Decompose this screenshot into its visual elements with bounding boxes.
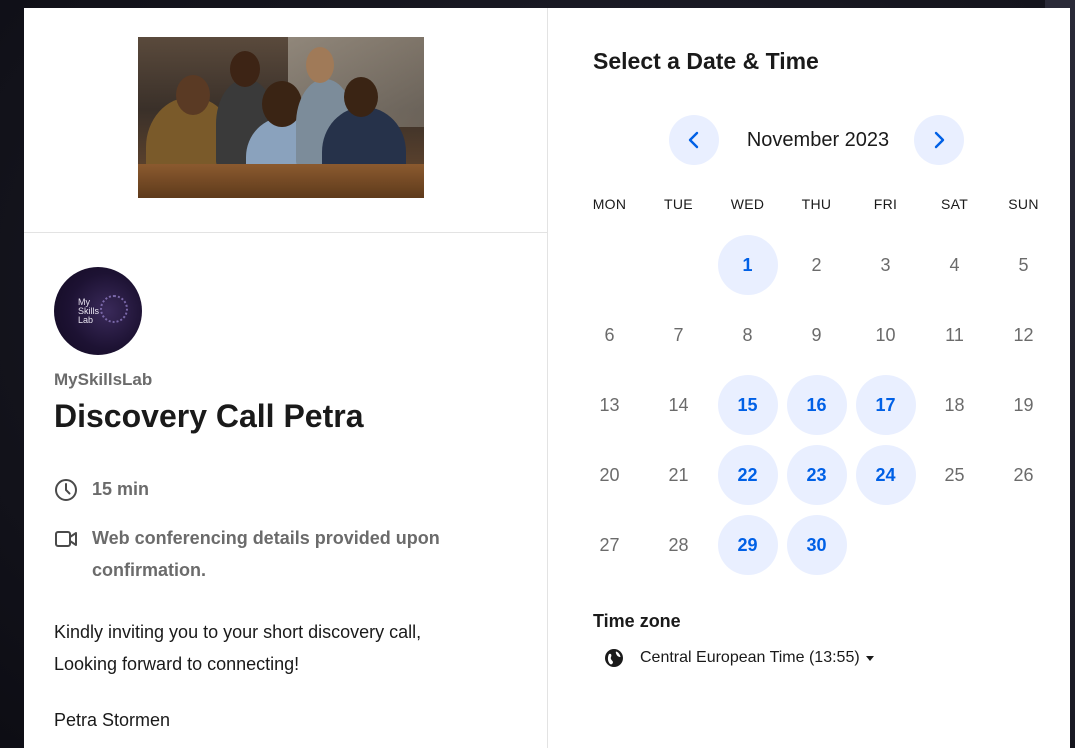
- calendar-day-5: 5: [1018, 254, 1029, 275]
- hero-section: [24, 8, 547, 233]
- photo-head: [306, 47, 334, 83]
- calendar-day-11: 11: [945, 324, 964, 345]
- video-camera-icon: [55, 531, 77, 547]
- calendar-day-17[interactable]: 17: [855, 375, 916, 435]
- event-title: Discovery Call Petra: [54, 398, 364, 434]
- next-month-button[interactable]: [914, 115, 964, 165]
- calendar-day-27: 27: [599, 534, 620, 555]
- calendar-day-10: 10: [875, 324, 896, 345]
- calendar-day-26: 26: [1013, 464, 1034, 485]
- event-details-panel: My Skills Lab MySkillsLab Discovery Call…: [24, 8, 548, 748]
- photo-table: [138, 164, 424, 198]
- calendar-day-16[interactable]: 16: [786, 375, 847, 435]
- org-logo: My Skills Lab: [54, 267, 142, 355]
- calendar-day-23[interactable]: 23: [786, 445, 847, 505]
- calendar-day-20: 20: [599, 464, 620, 485]
- calendar-day-14: 14: [668, 394, 689, 415]
- calendar-day-4: 4: [949, 254, 960, 275]
- photo-head: [344, 77, 378, 117]
- timezone-label: Time zone: [593, 611, 681, 631]
- team-photo: [138, 37, 424, 198]
- calendar-day-24[interactable]: 24: [855, 445, 916, 505]
- event-signer: Petra Stormen: [54, 710, 171, 730]
- weekday-thu: THU: [801, 196, 832, 212]
- calendar-day-18: 18: [944, 394, 965, 415]
- org-logo-mark: [100, 295, 128, 323]
- calendar-day-19: 19: [1013, 394, 1034, 415]
- calendar-day-1[interactable]: 1: [717, 235, 778, 295]
- event-description: Kindly inviting you to your short discov…: [54, 616, 524, 680]
- conferencing-row: Web conferencing details provided upon c…: [54, 527, 494, 586]
- calendar-day-22[interactable]: 22: [717, 445, 778, 505]
- weekday-mon: MON: [592, 196, 627, 212]
- calendar-day-25: 25: [944, 464, 965, 485]
- org-name: MySkillsLab: [54, 370, 153, 389]
- calendar-day-13: 13: [599, 394, 620, 415]
- calendar-day-7: 7: [673, 324, 684, 345]
- calendar-day-9: 9: [811, 324, 822, 345]
- calendar-day-12: 12: [1013, 324, 1034, 345]
- calendar-day-29[interactable]: 29: [717, 515, 778, 575]
- weekday-sat: SAT: [940, 196, 969, 212]
- calendar-day-2: 2: [811, 254, 822, 275]
- weekday-fri: FRI: [873, 196, 898, 212]
- photo-head: [230, 51, 260, 87]
- calendar-day-30[interactable]: 30: [786, 515, 847, 575]
- caret-down-icon: [865, 655, 874, 661]
- description-line: Kindly inviting you to your short discov…: [54, 622, 422, 642]
- photo-head: [176, 75, 210, 115]
- globe-icon: [605, 649, 623, 667]
- calendar-day-8: 8: [742, 324, 753, 345]
- weekday-header: MON TUE WED THU FRI SAT SUN: [575, 196, 1058, 212]
- timezone-value: Central European Time (13:55): [640, 649, 860, 666]
- previous-month-button[interactable]: [669, 115, 719, 165]
- duration-row: 15 min: [54, 478, 149, 505]
- description-line: Looking forward to connecting!: [54, 654, 300, 674]
- weekday-wed: WED: [730, 196, 765, 212]
- calendar-day-3: 3: [880, 254, 891, 275]
- duration-text: 15 min: [92, 479, 150, 499]
- panel-title: Select a Date & Time: [593, 48, 819, 74]
- timezone-selector[interactable]: Central European Time (13:55): [604, 648, 874, 668]
- clock-icon: [55, 479, 77, 501]
- calendar-day-15[interactable]: 15: [717, 375, 778, 435]
- chevron-left-icon: [688, 131, 699, 149]
- calendar-day-28: 28: [668, 534, 689, 555]
- weekday-sun: SUN: [1008, 196, 1039, 212]
- chevron-right-icon: [934, 131, 945, 149]
- calendar-day-6: 6: [604, 324, 615, 345]
- weekday-tue: TUE: [664, 196, 693, 212]
- calendar-day-21: 21: [668, 464, 689, 485]
- conferencing-text: Web conferencing details provided upon c…: [92, 528, 440, 580]
- month-label: November 2023: [746, 129, 890, 151]
- booking-card: My Skills Lab MySkillsLab Discovery Call…: [24, 8, 1070, 748]
- date-time-panel: Select a Date & Time November 2023 MON TU…: [548, 8, 1070, 748]
